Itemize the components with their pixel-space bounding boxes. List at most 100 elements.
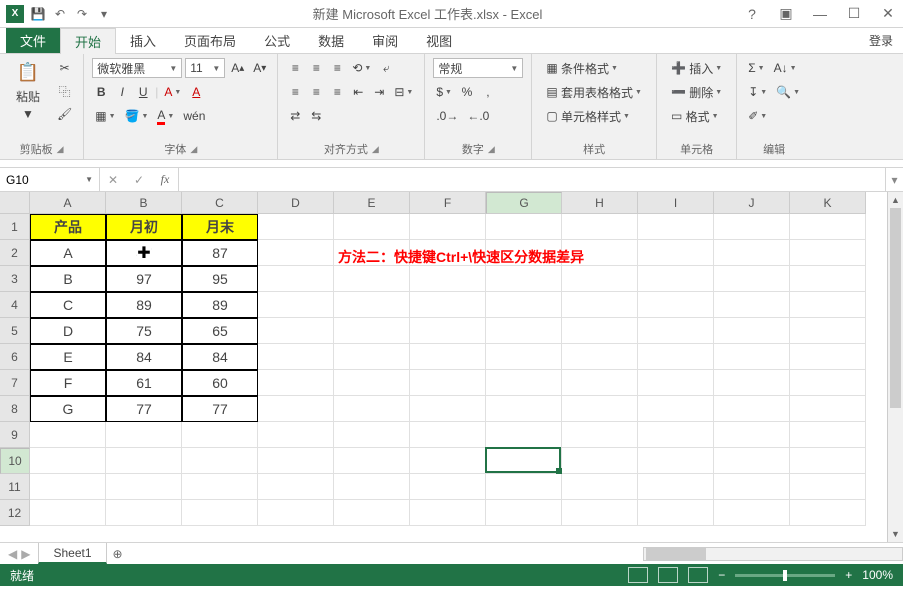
row-header-12[interactable]: 12 <box>0 500 30 526</box>
cell-F7[interactable] <box>410 370 486 396</box>
cell-A4[interactable]: C <box>30 292 106 318</box>
cell-C5[interactable]: 65 <box>182 318 258 344</box>
cell-K12[interactable] <box>790 500 866 526</box>
align-top-button[interactable]: ≡ <box>286 58 304 78</box>
cell-F9[interactable] <box>410 422 486 448</box>
cell-B4[interactable]: 89 <box>106 292 182 318</box>
scroll-up-icon[interactable]: ▲ <box>888 192 903 208</box>
cell-E1[interactable] <box>334 214 410 240</box>
cell-A5[interactable]: D <box>30 318 106 344</box>
align-left-button[interactable]: ≡ <box>286 82 304 102</box>
decrease-decimal-button[interactable]: ←.0 <box>464 106 492 126</box>
cell-C9[interactable] <box>182 422 258 448</box>
increase-indent-button[interactable]: ⇥ <box>370 82 388 102</box>
column-header-E[interactable]: E <box>334 192 410 214</box>
cell-A3[interactable]: B <box>30 266 106 292</box>
add-sheet-button[interactable]: ⊕ <box>107 547 129 561</box>
cell-J6[interactable] <box>714 344 790 370</box>
zoom-slider[interactable] <box>735 574 835 577</box>
enter-formula-icon[interactable]: ✓ <box>126 173 152 187</box>
cell-D5[interactable] <box>258 318 334 344</box>
cell-E7[interactable] <box>334 370 410 396</box>
italic-button[interactable]: I <box>113 82 131 102</box>
cell-A6[interactable]: E <box>30 344 106 370</box>
bold-button[interactable]: B <box>92 82 110 102</box>
cell-C6[interactable]: 84 <box>182 344 258 370</box>
redo-icon[interactable]: ↷ <box>74 6 90 22</box>
comma-button[interactable]: , <box>479 82 497 102</box>
cell-A8[interactable]: G <box>30 396 106 422</box>
cell-B11[interactable] <box>106 474 182 500</box>
cell-I8[interactable] <box>638 396 714 422</box>
row-header-4[interactable]: 4 <box>0 292 30 318</box>
cell-C7[interactable]: 60 <box>182 370 258 396</box>
row-header-1[interactable]: 1 <box>0 214 30 240</box>
row-header-10[interactable]: 10 <box>0 448 30 474</box>
row-header-7[interactable]: 7 <box>0 370 30 396</box>
cell-C3[interactable]: 95 <box>182 266 258 292</box>
sheet-nav-next-icon[interactable]: ▶ <box>21 547 30 561</box>
cell-J12[interactable] <box>714 500 790 526</box>
cell-B7[interactable]: 61 <box>106 370 182 396</box>
cell-B9[interactable] <box>106 422 182 448</box>
cell-J11[interactable] <box>714 474 790 500</box>
ltr-button[interactable]: ⇄ <box>286 106 304 126</box>
cell-C1[interactable]: 月末 <box>182 214 258 240</box>
cell-A10[interactable] <box>30 448 106 474</box>
cell-A12[interactable] <box>30 500 106 526</box>
cell-A1[interactable]: 产品 <box>30 214 106 240</box>
format-painter-button[interactable]: 🖌 <box>54 104 75 124</box>
close-icon[interactable]: ✕ <box>879 5 897 23</box>
cell-J7[interactable] <box>714 370 790 396</box>
zoom-slider-thumb[interactable] <box>783 570 787 581</box>
column-header-C[interactable]: C <box>182 192 258 214</box>
cell-J4[interactable] <box>714 292 790 318</box>
cell-H5[interactable] <box>562 318 638 344</box>
increase-decimal-button[interactable]: .0→ <box>433 106 461 126</box>
select-all-button[interactable] <box>0 192 30 214</box>
cell-F1[interactable] <box>410 214 486 240</box>
zoom-in-button[interactable]: + <box>845 568 852 582</box>
tab-home[interactable]: 开始 <box>60 28 116 54</box>
cell-H8[interactable] <box>562 396 638 422</box>
cell-J8[interactable] <box>714 396 790 422</box>
align-center-button[interactable]: ≡ <box>307 82 325 102</box>
number-format-select[interactable]: 常规▼ <box>433 58 523 78</box>
cell-B8[interactable]: 77 <box>106 396 182 422</box>
column-header-F[interactable]: F <box>410 192 486 214</box>
tab-file[interactable]: 文件 <box>6 28 60 53</box>
cell-D12[interactable] <box>258 500 334 526</box>
cell-B12[interactable] <box>106 500 182 526</box>
cell-G9[interactable] <box>486 422 562 448</box>
column-header-J[interactable]: J <box>714 192 790 214</box>
row-header-8[interactable]: 8 <box>0 396 30 422</box>
cell-I12[interactable] <box>638 500 714 526</box>
copy-button[interactable]: ⿻ <box>54 81 75 101</box>
help-icon[interactable]: ? <box>743 5 761 23</box>
cell-E8[interactable] <box>334 396 410 422</box>
cell-H6[interactable] <box>562 344 638 370</box>
column-header-D[interactable]: D <box>258 192 334 214</box>
cell-I4[interactable] <box>638 292 714 318</box>
underline-button[interactable]: U <box>134 82 152 102</box>
cell-E5[interactable] <box>334 318 410 344</box>
sheet-nav-prev-icon[interactable]: ◀ <box>8 547 17 561</box>
tab-formulas[interactable]: 公式 <box>250 28 304 53</box>
cell-C8[interactable]: 77 <box>182 396 258 422</box>
cell-I5[interactable] <box>638 318 714 344</box>
cell-E6[interactable] <box>334 344 410 370</box>
autosum-button[interactable]: Σ▼ <box>745 58 767 78</box>
cell-D3[interactable] <box>258 266 334 292</box>
cell-G12[interactable] <box>486 500 562 526</box>
find-button[interactable]: 🔍▼ <box>773 82 803 102</box>
cell-A7[interactable]: F <box>30 370 106 396</box>
cell-G10[interactable] <box>486 448 562 474</box>
minimize-icon[interactable]: — <box>811 5 829 23</box>
cell-D4[interactable] <box>258 292 334 318</box>
row-header-5[interactable]: 5 <box>0 318 30 344</box>
undo-icon[interactable]: ↶ <box>52 6 68 22</box>
cell-I11[interactable] <box>638 474 714 500</box>
tab-data[interactable]: 数据 <box>304 28 358 53</box>
align-right-button[interactable]: ≡ <box>328 82 346 102</box>
cell-B6[interactable]: 84 <box>106 344 182 370</box>
